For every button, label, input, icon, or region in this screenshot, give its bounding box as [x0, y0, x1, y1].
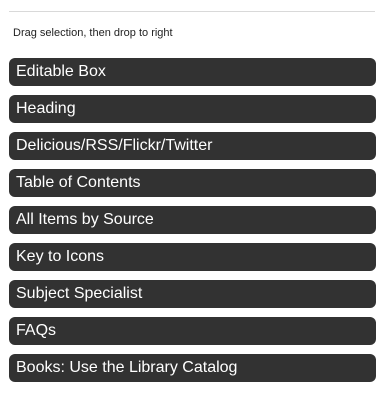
draggable-item-key-to-icons[interactable]: Key to Icons — [9, 243, 376, 271]
draggable-item-books-library-catalog[interactable]: Books: Use the Library Catalog — [9, 354, 376, 382]
drag-instruction: Drag selection, then drop to right — [13, 27, 173, 39]
box-type-palette: Drag selection, then drop to right Edita… — [0, 0, 376, 398]
draggable-item-table-of-contents[interactable]: Table of Contents — [9, 169, 376, 197]
draggable-item-list: Editable Box Heading Delicious/RSS/Flick… — [9, 58, 376, 391]
draggable-item-heading[interactable]: Heading — [9, 95, 376, 123]
draggable-item-editable-box[interactable]: Editable Box — [9, 58, 376, 86]
draggable-item-all-items-by-source[interactable]: All Items by Source — [9, 206, 376, 234]
draggable-item-subject-specialist[interactable]: Subject Specialist — [9, 280, 376, 308]
draggable-item-delicious-rss-flickr-twitter[interactable]: Delicious/RSS/Flickr/Twitter — [9, 132, 376, 160]
top-divider — [9, 11, 375, 12]
draggable-item-faqs[interactable]: FAQs — [9, 317, 376, 345]
